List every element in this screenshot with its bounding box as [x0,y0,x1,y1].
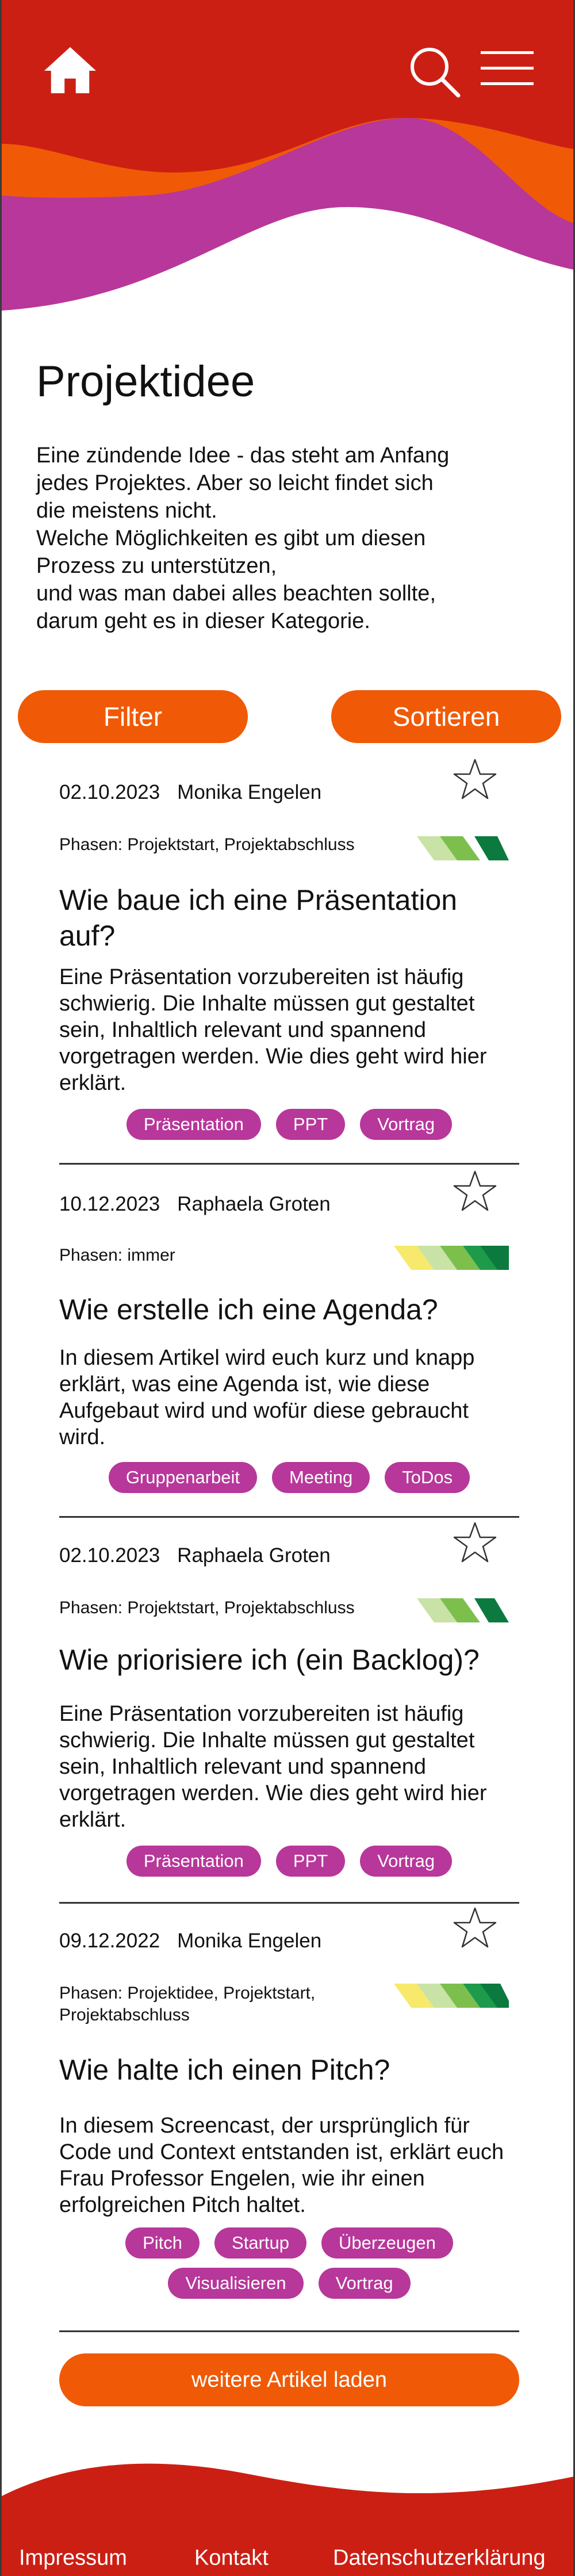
tag[interactable]: Startup [214,2227,306,2259]
article-author: Monika Engelen [177,781,322,803]
article-tags: Gruppenarbeit Meeting ToDos [59,1462,519,1493]
divider [59,1902,519,1904]
tag[interactable]: ToDos [385,1462,470,1493]
tag[interactable]: Pitch [125,2227,200,2259]
article-meta: 09.12.2022 Monika Engelen [59,1930,321,1953]
article-author: Raphaela Groten [177,1193,331,1215]
article-date: 10.12.2023 [59,1193,160,1215]
article-teaser: In diesem Screencast, der ursprünglich f… [59,2114,504,2217]
tag[interactable]: Vortrag [360,1109,453,1140]
article-title[interactable]: Wie priorisiere ich (ein Backlog)? [59,1642,519,1678]
article-meta: 02.10.2023 Monika Engelen [59,781,321,804]
home-icon[interactable] [42,45,98,95]
article-date: 02.10.2023 [59,1544,160,1567]
page-title: Projektidee [36,357,255,406]
tag[interactable]: Präsentation [126,1109,261,1140]
tag[interactable]: Meeting [272,1462,370,1493]
page: Projektidee Eine zündende Idee - das ste… [0,0,575,2576]
tag[interactable]: Vortrag [360,1846,453,1877]
star-icon[interactable] [453,1907,497,1949]
article-title[interactable]: Wie erstelle ich eine Agenda? [59,1292,519,1327]
tag[interactable]: Visualisieren [168,2268,304,2299]
star-icon[interactable] [453,1170,497,1212]
article-teaser: In diesem Artikel wird euch kurz und kna… [59,1346,475,1449]
tag[interactable]: Vortrag [318,2268,411,2299]
article-title[interactable]: Wie halte ich einen Pitch? [59,2052,519,2088]
article-phases: Phasen: Projektstart, Projektabschluss [59,835,355,854]
phase-indicator-icon [394,1598,509,1622]
divider [59,1516,519,1518]
tag[interactable]: PPT [275,1109,346,1140]
category-intro: Eine zündende Idee - das steht am Anfang… [36,443,450,633]
tag[interactable]: PPT [275,1846,346,1877]
article-phases: Phasen: immer [59,1246,175,1265]
article-phases: Phasen: Projektstart, Projektabschluss [59,1598,355,1617]
tag[interactable]: Überzeugen [321,2227,453,2259]
article-title[interactable]: Wie baue ich eine Präsentation auf? [59,882,519,954]
phase-indicator-icon [394,1984,509,2008]
star-icon[interactable] [453,758,497,801]
article-tags: Präsentation PPT Vortrag [59,1846,519,1877]
footer-link-impressum[interactable]: Impressum [19,2546,127,2571]
divider [59,2330,519,2332]
article-teaser: Eine Präsentation vorzubereiten ist häuf… [59,965,487,1095]
divider [59,1163,519,1165]
star-icon[interactable] [453,1521,497,1564]
article-date: 02.10.2023 [59,781,160,803]
article-phases: Phasen: Projektidee, Projektstart, Proje… [59,1984,316,2024]
article-date: 09.12.2022 [59,1930,160,1952]
search-icon[interactable] [408,45,461,98]
tag[interactable]: Präsentation [126,1846,261,1877]
article-author: Monika Engelen [177,1930,322,1952]
article-meta: 02.10.2023 Raphaela Groten [59,1544,331,1567]
article-author: Raphaela Groten [177,1544,331,1567]
phase-indicator-icon [394,1246,509,1270]
tag[interactable]: Gruppenarbeit [108,1462,257,1493]
sort-button[interactable]: Sortieren [331,690,561,743]
phase-indicator-icon [394,836,509,860]
filter-button[interactable]: Filter [18,690,248,743]
menu-icon[interactable] [481,50,534,87]
footer-link-datenschutz[interactable]: Datenschutzerklärung [333,2546,546,2571]
article-tags: Pitch Startup Überzeugen Visualisieren V… [71,2227,508,2299]
article-teaser: Eine Präsentation vorzubereiten ist häuf… [59,1702,487,1832]
article-meta: 10.12.2023 Raphaela Groten [59,1193,331,1216]
article-tags: Präsentation PPT Vortrag [59,1109,519,1140]
footer-link-kontakt[interactable]: Kontakt [194,2546,269,2571]
load-more-button[interactable]: weitere Artikel laden [59,2353,519,2406]
